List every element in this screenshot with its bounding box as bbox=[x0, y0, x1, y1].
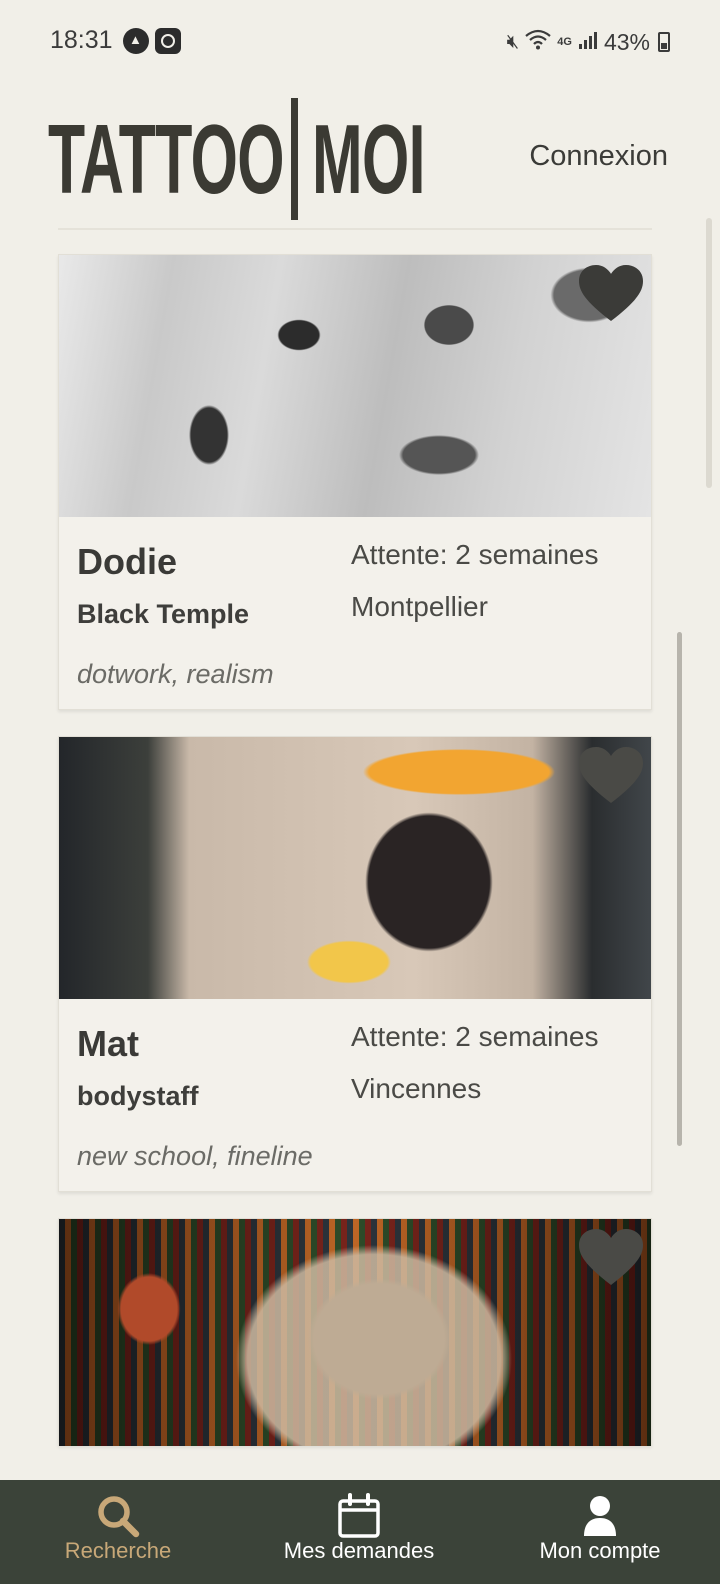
nav-item-requests[interactable]: Mes demandes bbox=[259, 1480, 459, 1584]
nav-label-account: Mon compte bbox=[539, 1538, 661, 1563]
status-indicators: 🔇︎ 4G 43% bbox=[507, 28, 670, 56]
artist-card[interactable] bbox=[58, 1218, 652, 1446]
header-divider bbox=[58, 228, 652, 230]
artist-name: Dodie bbox=[77, 541, 178, 582]
bottom-nav: Recherche Mes demandes Mon compte bbox=[0, 1480, 720, 1584]
tattoo-styles: new school, fineline bbox=[77, 1141, 313, 1171]
card-body: Mat bodystaff new school, fineline Atten… bbox=[59, 999, 651, 1191]
studio-name: bodystaff bbox=[77, 1081, 199, 1111]
heart-icon bbox=[579, 747, 643, 803]
battery-level: 43% bbox=[603, 28, 650, 55]
city: Montpellier bbox=[351, 591, 488, 622]
notification-app-b-icon bbox=[155, 28, 181, 54]
favorite-button[interactable] bbox=[577, 1227, 645, 1289]
page-scrollbar[interactable] bbox=[706, 218, 712, 488]
status-time: 18:31 bbox=[50, 26, 113, 54]
app-screen: 18:31 🔇︎ 4G 43% TATTOO MOI Connexion bbox=[0, 0, 720, 1584]
wait-time: Attente: 2 semaines bbox=[351, 539, 599, 570]
tattoo-image[interactable] bbox=[59, 737, 651, 999]
artist-card[interactable]: Dodie Black Temple dotwork, realism Atte… bbox=[58, 254, 652, 710]
user-icon bbox=[576, 1492, 624, 1540]
wait-time: Attente: 2 semaines bbox=[351, 1021, 599, 1052]
card-body: Dodie Black Temple dotwork, realism Atte… bbox=[59, 517, 651, 709]
logo-divider bbox=[291, 98, 298, 220]
wifi-icon bbox=[525, 28, 551, 56]
heart-icon bbox=[579, 1229, 643, 1285]
artist-name: Mat bbox=[77, 1023, 139, 1064]
status-bar: 18:31 🔇︎ 4G 43% bbox=[0, 0, 720, 84]
logo-text-left: TATTOO bbox=[48, 104, 285, 214]
favorite-button[interactable] bbox=[577, 263, 645, 325]
battery-icon bbox=[658, 32, 670, 52]
login-link[interactable]: Connexion bbox=[529, 140, 668, 173]
network-type: 4G bbox=[557, 35, 572, 48]
app-header: TATTOO MOI Connexion bbox=[0, 84, 720, 230]
tattoo-image[interactable] bbox=[59, 255, 651, 517]
studio-name: Black Temple bbox=[77, 599, 250, 629]
heart-icon bbox=[579, 265, 643, 321]
tattoo-image[interactable] bbox=[59, 1219, 651, 1446]
nav-item-account[interactable]: Mon compte bbox=[500, 1480, 700, 1584]
artist-list: Dodie Black Temple dotwork, realism Atte… bbox=[58, 254, 652, 1472]
nav-label-requests: Mes demandes bbox=[283, 1538, 435, 1563]
signal-icon bbox=[578, 29, 598, 56]
tattoo-styles: dotwork, realism bbox=[77, 659, 274, 689]
mute-icon: 🔇︎ bbox=[506, 30, 520, 53]
calendar-icon bbox=[335, 1492, 383, 1540]
search-icon bbox=[94, 1492, 142, 1540]
nav-label-search: Recherche bbox=[64, 1538, 172, 1563]
city: Vincennes bbox=[351, 1073, 482, 1104]
nav-item-search[interactable]: Recherche bbox=[18, 1480, 218, 1584]
list-scrollbar[interactable] bbox=[677, 632, 682, 1146]
tattoo-image-overlay bbox=[59, 1219, 651, 1446]
favorite-button[interactable] bbox=[577, 745, 645, 807]
notification-app-a-icon bbox=[123, 28, 149, 54]
logo-text-right: MOI bbox=[312, 104, 426, 214]
artist-card[interactable]: Mat bodystaff new school, fineline Atten… bbox=[58, 736, 652, 1192]
